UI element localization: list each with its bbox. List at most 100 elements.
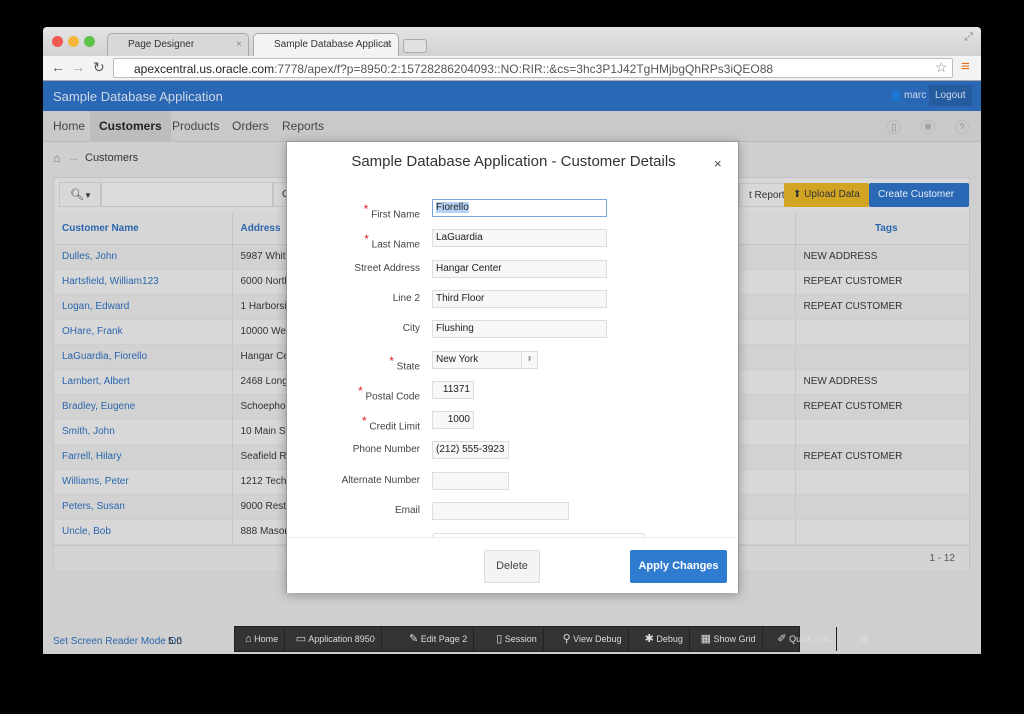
- minimize-window-button[interactable]: [68, 36, 79, 47]
- devbar-label: Quick Edit: [789, 634, 831, 644]
- tab-strip: Page Designer × Sample Database Applicat ×…: [43, 27, 981, 56]
- back-icon[interactable]: ←: [51, 59, 65, 75]
- street-address-input[interactable]: Hangar Center: [432, 259, 607, 278]
- tags-cell: NEW ADDRESS: [795, 244, 969, 270]
- devbar-label: Session: [504, 634, 537, 644]
- screen-reader-link[interactable]: Set Screen Reader Mode On: [53, 636, 182, 647]
- dialog-footer: Delete Apply Changes: [287, 537, 738, 593]
- tab-sample-database[interactable]: Sample Database Applicat ×: [253, 33, 399, 56]
- devbar-label: Show Grid: [713, 634, 756, 644]
- help-icon[interactable]: ?: [955, 120, 969, 134]
- menu-icon[interactable]: ≡: [961, 58, 970, 75]
- field-label: Alternate Number: [287, 475, 420, 486]
- tags-cell: [795, 519, 969, 545]
- customer-name-link[interactable]: Smith, John: [54, 419, 233, 445]
- postal-code-input[interactable]: 11371: [432, 380, 474, 399]
- customer-name-link[interactable]: Lambert, Albert: [54, 369, 233, 395]
- credit-limit-input[interactable]: 1000: [432, 411, 474, 430]
- mobile-icon[interactable]: ▯: [887, 120, 901, 134]
- column-header-customer-name[interactable]: Customer Name: [54, 213, 233, 245]
- nav-orders[interactable]: Orders: [224, 111, 277, 142]
- field-label: * Postal Code: [287, 384, 420, 402]
- close-tab-icon[interactable]: ×: [386, 39, 392, 50]
- tab-page-designer[interactable]: Page Designer ×: [107, 33, 249, 56]
- customer-name-link[interactable]: Hartsfield, William123: [54, 269, 233, 295]
- upload-data-button[interactable]: ⬆ Upload Data: [784, 183, 869, 207]
- email-input[interactable]: [432, 502, 569, 520]
- close-dialog-icon[interactable]: ×: [714, 156, 722, 171]
- devbar-icon: ✐: [777, 633, 787, 645]
- field-value: LaGuardia: [436, 232, 483, 244]
- close-tab-icon[interactable]: ×: [236, 39, 242, 50]
- customer-name-link[interactable]: Logan, Edward: [54, 294, 233, 320]
- maximize-window-button[interactable]: [84, 36, 95, 47]
- breadcrumb-arrow-icon: →: [68, 152, 79, 164]
- bookmark-star-icon[interactable]: ☆: [935, 59, 948, 76]
- devbar-view-debug[interactable]: ⚲ View Debug: [557, 627, 629, 651]
- phone-number-input[interactable]: (212) 555-3923: [432, 441, 509, 460]
- chevron-down-icon: ▼: [83, 191, 92, 200]
- last-name-input[interactable]: LaGuardia: [432, 229, 607, 248]
- forward-icon[interactable]: →: [71, 59, 85, 75]
- customer-name-link[interactable]: OHare, Frank: [54, 319, 233, 345]
- customer-name-link[interactable]: Bradley, Eugene: [54, 394, 233, 420]
- devbar-icon: ⚲: [562, 633, 571, 645]
- devbar-session[interactable]: ▯ Session: [490, 627, 544, 651]
- field-label: * State: [287, 354, 420, 372]
- devbar-label: Edit Page 2: [420, 634, 468, 644]
- city-input[interactable]: Flushing: [432, 320, 607, 339]
- tags-cell: REPEAT CUSTOMER: [795, 294, 969, 320]
- customer-name-link[interactable]: LaGuardia, Fiorello: [54, 344, 233, 370]
- state-select[interactable]: New York ⬍: [432, 350, 538, 369]
- create-label: Create Customer: [878, 189, 955, 200]
- nav-reports[interactable]: Reports: [274, 111, 332, 142]
- close-window-button[interactable]: [52, 36, 63, 47]
- nav-customers[interactable]: Customers: [90, 111, 171, 142]
- new-tab-button[interactable]: [403, 39, 427, 53]
- tags-cell: [795, 344, 969, 370]
- upload-icon: ⬆: [793, 189, 805, 200]
- first-name-input[interactable]: Fiorello: [432, 199, 607, 217]
- devbar-home[interactable]: ⌂ Home: [239, 627, 286, 651]
- logout-button[interactable]: Logout: [929, 85, 972, 106]
- customer-name-link[interactable]: Uncle, Bob: [54, 519, 233, 545]
- customer-name-link[interactable]: Farrell, Hilary: [54, 444, 233, 470]
- user-name: marc: [904, 90, 927, 101]
- column-header-tags[interactable]: Tags: [795, 213, 969, 245]
- label-text: Email: [394, 505, 420, 516]
- field-value: Fiorello: [436, 202, 469, 213]
- create-customer-button[interactable]: Create Customer ❯: [869, 183, 969, 224]
- devbar-quick-edit[interactable]: ✐ Quick Edit: [771, 627, 838, 651]
- search-input[interactable]: [101, 182, 273, 207]
- label-text: State: [396, 360, 420, 372]
- field-value: 1000: [447, 414, 470, 426]
- customer-name-link[interactable]: Dulles, John: [54, 244, 233, 270]
- address-bar: ← → ↻ apexcentral.us.oracle.com:7778/ape…: [43, 56, 981, 81]
- delete-button[interactable]: Delete: [484, 550, 540, 583]
- customer-name-link[interactable]: Peters, Susan: [54, 494, 233, 520]
- app-title[interactable]: Sample Database Application: [53, 89, 223, 104]
- tags-cell: REPEAT CUSTOMER: [795, 394, 969, 420]
- devbar-show-grid[interactable]: ▦ Show Grid: [695, 627, 763, 651]
- field-label: * Last Name: [287, 232, 420, 250]
- devbar-icon: ⌂: [245, 633, 252, 645]
- apply-changes-button[interactable]: Apply Changes: [630, 550, 727, 583]
- devbar-settings-icon[interactable]: ✻: [853, 627, 875, 651]
- required-marker: *: [364, 232, 369, 247]
- field-value: Third Floor: [436, 292, 485, 304]
- search-column-button[interactable]: 🔍︎▼: [59, 182, 101, 207]
- nav-products[interactable]: Products: [164, 111, 227, 142]
- devbar-edit-page-2[interactable]: ✎ Edit Page 2: [403, 627, 475, 651]
- alternate-number-input[interactable]: [432, 471, 509, 490]
- line-2-input[interactable]: Third Floor: [432, 289, 607, 308]
- home-icon[interactable]: ⌂: [53, 151, 60, 165]
- version-label: 5.0: [168, 636, 182, 647]
- gear-icon[interactable]: ✻: [921, 120, 935, 134]
- devbar-debug[interactable]: ✱ Debug: [639, 627, 690, 651]
- nav-home[interactable]: Home: [45, 111, 93, 142]
- url-input[interactable]: apexcentral.us.oracle.com:7778/apex/f?p=…: [113, 58, 953, 78]
- customer-name-link[interactable]: Williams, Peter: [54, 469, 233, 495]
- fullscreen-icon[interactable]: ⤢: [964, 31, 973, 44]
- devbar-application-8950[interactable]: ▭ Application 8950: [290, 627, 382, 651]
- reload-icon[interactable]: ↻: [93, 59, 105, 76]
